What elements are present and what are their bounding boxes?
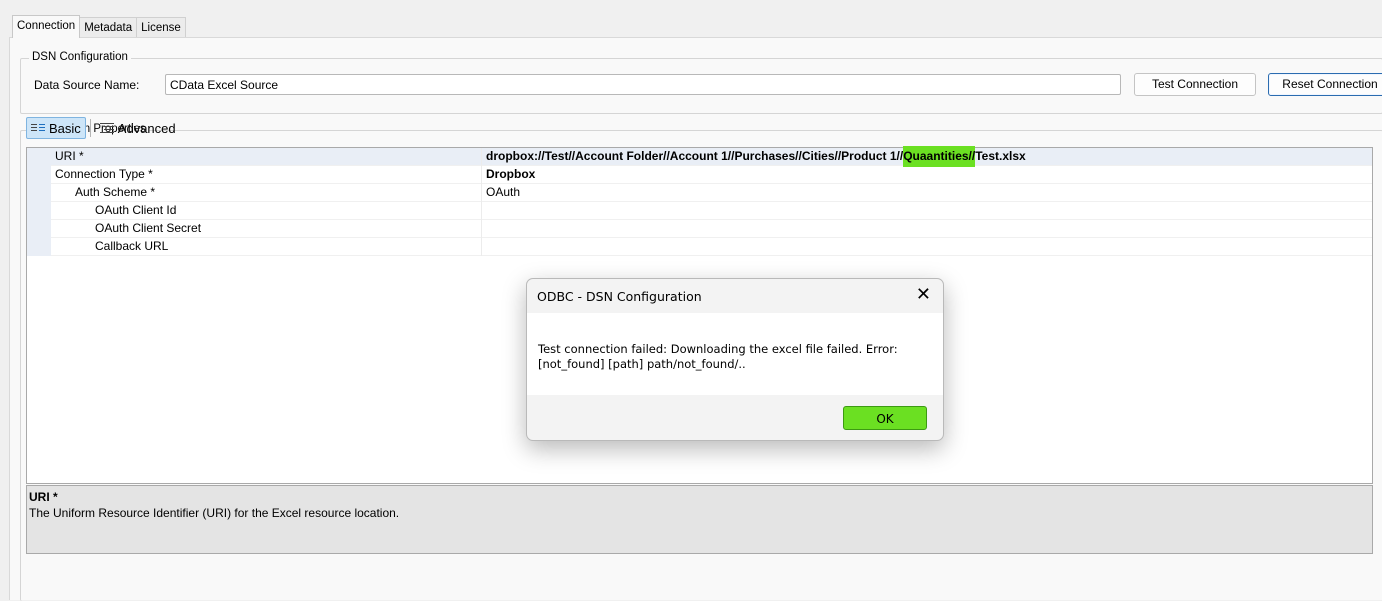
advanced-view-icon	[99, 123, 114, 133]
property-row-callback-url[interactable]: Callback URL	[27, 238, 1372, 256]
reset-connection-button[interactable]: Reset Connection	[1268, 73, 1382, 96]
row-gutter	[27, 238, 51, 256]
dialog-body: Test connection failed: Downloading the …	[527, 313, 943, 395]
property-row-oauth-client-id[interactable]: OAuth Client Id	[27, 202, 1372, 220]
error-dialog: ODBC - DSN Configuration ✕ Test connecti…	[526, 278, 944, 441]
property-name: OAuth Client Secret	[95, 221, 202, 235]
tab-strip: Connection Metadata License	[12, 15, 186, 38]
data-source-name-label: Data Source Name:	[34, 78, 140, 92]
view-toggle-separator	[89, 119, 91, 137]
view-toggle-bar: Basic Advanced	[26, 117, 181, 139]
property-row-oauth-client-secret[interactable]: OAuth Client Secret	[27, 220, 1372, 238]
property-value[interactable]: OAuth	[486, 185, 520, 199]
ok-button[interactable]: OK	[843, 406, 927, 430]
tab-connection[interactable]: Connection	[12, 15, 81, 38]
column-divider	[481, 148, 482, 166]
basic-view-button[interactable]: Basic	[26, 117, 86, 139]
dsn-configuration-legend: DSN Configuration	[29, 51, 131, 63]
column-divider	[481, 202, 482, 220]
property-row-uri[interactable]: URI * dropbox://Test//Account Folder//Ac…	[27, 146, 1372, 167]
column-divider	[481, 184, 482, 202]
property-row-auth-scheme[interactable]: Auth Scheme * OAuth	[27, 184, 1372, 202]
property-value[interactable]: Dropbox	[486, 167, 535, 181]
property-name: Auth Scheme *	[75, 185, 156, 199]
row-gutter	[27, 148, 51, 166]
dsn-configuration-group: DSN Configuration Data Source Name: Test…	[20, 51, 1382, 114]
uri-value-end: Test.xlsx	[975, 149, 1026, 163]
description-text: The Uniform Resource Identifier (URI) fo…	[29, 506, 400, 520]
advanced-view-label: Advanced	[117, 120, 176, 136]
column-divider	[481, 166, 482, 184]
property-name: URI *	[55, 149, 84, 163]
basic-view-icon	[31, 123, 45, 133]
row-gutter	[27, 166, 51, 184]
close-icon[interactable]: ✕	[916, 286, 931, 304]
uri-value-start: dropbox://Test//Account Folder//Account …	[486, 149, 904, 163]
property-name: Connection Type *	[55, 167, 153, 181]
description-title: URI *	[29, 490, 58, 504]
data-source-name-input[interactable]	[165, 74, 1121, 95]
tab-metadata[interactable]: Metadata	[79, 17, 138, 37]
test-connection-button[interactable]: Test Connection	[1134, 73, 1256, 96]
row-gutter	[27, 202, 51, 220]
column-divider	[481, 238, 482, 256]
property-name: Callback URL	[95, 239, 169, 253]
uri-value-highlight: Quaantities//	[903, 146, 976, 167]
property-row-connection-type[interactable]: Connection Type * Dropbox	[27, 166, 1372, 184]
row-gutter	[27, 184, 51, 202]
property-name: OAuth Client Id	[95, 203, 177, 217]
dialog-title: ODBC - DSN Configuration	[537, 289, 702, 304]
dialog-message: Test connection failed: Downloading the …	[538, 342, 898, 371]
tab-license[interactable]: License	[136, 17, 186, 37]
property-description-panel: URI * The Uniform Resource Identifier (U…	[26, 485, 1373, 554]
column-divider	[481, 220, 482, 238]
property-value-uri[interactable]: dropbox://Test//Account Folder//Account …	[486, 146, 1026, 167]
advanced-view-button[interactable]: Advanced	[95, 117, 181, 139]
row-gutter	[27, 220, 51, 238]
basic-view-label: Basic	[49, 120, 81, 136]
